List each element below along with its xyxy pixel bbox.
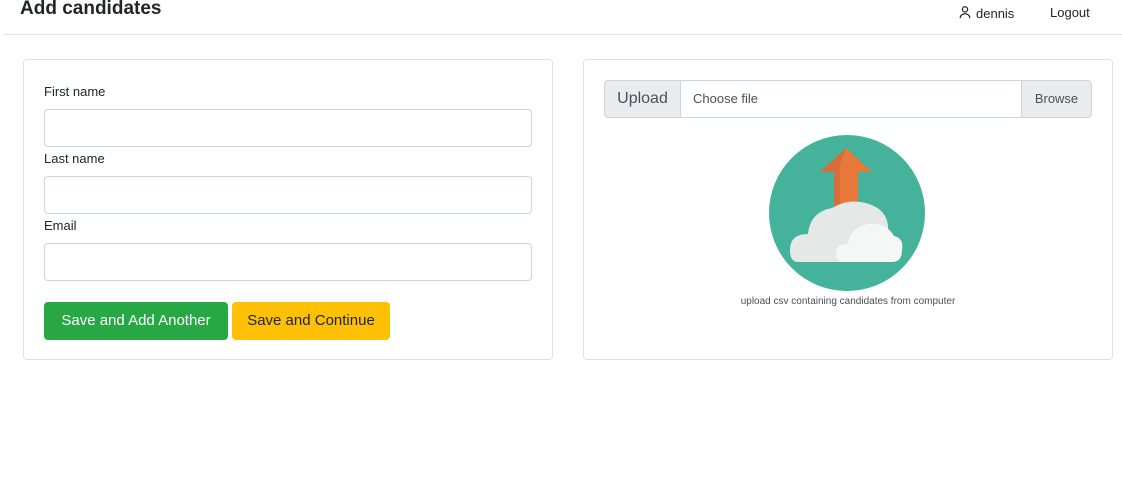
email-input[interactable] <box>44 243 532 281</box>
email-label: Email <box>44 218 77 233</box>
browse-button[interactable]: Browse <box>1021 81 1091 117</box>
csv-upload-card: Upload Choose file Browse upload csv con… <box>583 59 1113 360</box>
file-input-placeholder: Choose file <box>693 91 759 106</box>
file-input[interactable]: Choose file Browse <box>681 80 1092 118</box>
save-and-continue-button[interactable]: Save and Continue <box>232 302 390 340</box>
top-navbar: Add candidates dennis Logout <box>3 0 1122 35</box>
logout-link[interactable]: Logout <box>1050 4 1090 22</box>
last-name-label: Last name <box>44 151 105 166</box>
last-name-input[interactable] <box>44 176 532 214</box>
file-input-group: Upload Choose file Browse <box>604 80 1092 118</box>
save-and-add-another-button[interactable]: Save and Add Another <box>44 302 228 340</box>
user-name: dennis <box>976 5 1015 21</box>
upload-prepend-label: Upload <box>604 80 681 118</box>
first-name-label: First name <box>44 84 106 99</box>
page-title: Add candidates <box>20 0 162 19</box>
user-menu-link[interactable]: dennis <box>958 4 1014 22</box>
manual-entry-card: First name Last name Email Save and Add … <box>23 59 553 360</box>
cloud-upload-icon <box>768 134 926 292</box>
user-icon <box>958 5 972 22</box>
first-name-input[interactable] <box>44 109 532 147</box>
upload-caption: upload csv containing candidates from co… <box>740 296 956 307</box>
